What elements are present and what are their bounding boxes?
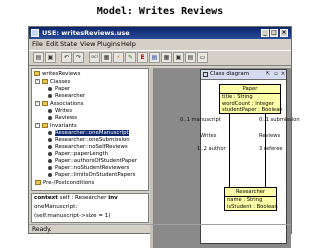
folder-icon — [35, 180, 41, 185]
collapse-icon[interactable]: - — [35, 123, 40, 128]
restore-icon[interactable]: ⇱ — [265, 71, 271, 77]
referee-role-label: 3 referee — [259, 146, 283, 152]
class-icon — [48, 93, 52, 98]
tree-class-paper[interactable]: Paper — [48, 86, 70, 93]
ocl-icon[interactable]: ocl — [89, 52, 100, 63]
state-icon[interactable]: E — [137, 52, 148, 63]
toolbar: ▤ ▣ ↶ ↷ ocl ▦ ⚡ ✎ E ▤ ▦ ▣ ▤ ▭ — [29, 50, 291, 66]
save-icon[interactable]: ▣ — [45, 52, 56, 63]
menu-edit[interactable]: Edit — [46, 39, 59, 50]
tree-class-researcher[interactable]: Researcher — [48, 93, 85, 100]
tree-invariant-item[interactable]: Researcher::oneManuscript — [48, 130, 129, 137]
communication-icon[interactable]: ▤ — [149, 52, 160, 63]
redo-icon[interactable]: ↷ — [73, 52, 84, 63]
invariant-icon — [48, 158, 52, 163]
class-diagram-icon[interactable]: ▦ — [101, 52, 112, 63]
association-icon — [48, 115, 52, 120]
manuscript-role-label: 0..1 manuscript — [180, 117, 221, 123]
tree-association-reviews[interactable]: Reviews — [48, 115, 77, 122]
folder-icon — [34, 71, 40, 76]
collapse-icon[interactable]: - — [35, 101, 40, 106]
class-researcher[interactable]: Researcher name : String isStudent : Boo… — [224, 187, 278, 211]
invariant-icon — [48, 172, 52, 177]
maximize-view-icon[interactable]: ▭ — [197, 52, 208, 63]
tree-invariant-item[interactable]: Researcher::noSelfReviews — [48, 144, 128, 151]
association-icon — [48, 108, 52, 113]
menu-help[interactable]: Help — [121, 39, 136, 50]
tree-root[interactable]: writesReviews — [34, 71, 80, 78]
maximize-button[interactable]: □ — [270, 29, 278, 37]
invariant-icon — [48, 130, 52, 135]
tree-invariant-item[interactable]: Paper::noStudentReviewers — [48, 165, 129, 172]
reviews-association-name: Reviews — [259, 133, 281, 139]
tree-invariant-item[interactable]: Researcher::oneSubmission — [48, 137, 130, 144]
folder-icon — [42, 123, 48, 128]
menu-state[interactable]: State — [60, 39, 77, 50]
writes-association-line[interactable] — [229, 114, 230, 187]
class-invariant-icon[interactable]: ▦ — [161, 52, 172, 63]
maximize-icon[interactable]: ▫ — [273, 71, 279, 77]
diagram-icon — [203, 72, 208, 77]
invariant-icon — [48, 151, 52, 156]
close-button[interactable]: × — [280, 29, 288, 37]
expression-line: (self.manuscript->size = 1) — [34, 213, 111, 219]
menu-file[interactable]: File — [32, 39, 43, 50]
invariant-icon — [48, 144, 52, 149]
menu-plugins[interactable]: Plugins — [97, 39, 120, 50]
class-extent-icon[interactable]: ▣ — [173, 52, 184, 63]
status-text: Ready. — [32, 226, 52, 233]
tree-prepost[interactable]: Pre-/Postconditions — [35, 180, 94, 187]
collapse-icon[interactable]: - — [35, 79, 40, 84]
object-diagram-icon[interactable]: ⚡ — [113, 52, 124, 63]
status-bar: Ready. — [29, 224, 291, 234]
open-icon[interactable]: ▤ — [33, 52, 44, 63]
undo-icon[interactable]: ↶ — [61, 52, 72, 63]
window-titlebar: USE: writesReviews.use _ □ × — [29, 27, 291, 39]
invariant-icon — [48, 137, 52, 142]
invariant-icon — [48, 165, 52, 170]
author-role-label: 1..2 author — [197, 146, 226, 152]
tree-invariant-item[interactable]: Paper::paperLength — [48, 151, 108, 158]
tree-invariants[interactable]: - Invariants — [35, 123, 77, 130]
tree-association-writes[interactable]: Writes — [48, 108, 72, 115]
class-paper[interactable]: Paper title : String wordCount : Integer… — [219, 84, 283, 114]
window-title: USE: writesReviews.use — [42, 29, 130, 37]
model-browser-tree: writesReviews - Classes Paper Researcher … — [31, 68, 149, 191]
invariant-context-panel: context self : Researcher inv oneManuscr… — [31, 193, 149, 223]
tree-classes[interactable]: - Classes — [35, 79, 70, 86]
submission-role-label: 0..1 submission — [259, 117, 300, 123]
tree-invariant-item[interactable]: Paper::limitsOnStudentPapers — [48, 172, 135, 179]
class-icon — [48, 86, 52, 91]
minimize-button[interactable]: _ — [261, 29, 269, 37]
object-properties-icon[interactable]: ▤ — [185, 52, 196, 63]
tree-invariant-item[interactable]: Paper::authorsOfStudentPaper — [48, 158, 137, 165]
desktop-area: Class diagram ⇱ ▫ × Paper title : String… — [153, 68, 300, 248]
context-line: context self : Researcher inv oneManuscr… — [34, 195, 118, 210]
menubar: File Edit State View Plugins Help — [29, 39, 291, 50]
folder-icon — [42, 79, 48, 84]
class-diagram-window[interactable]: Class diagram ⇱ ▫ × Paper title : String… — [180, 69, 300, 244]
menu-view[interactable]: View — [80, 39, 95, 50]
use-main-window: USE: writesReviews.use _ □ × File Edit S… — [28, 26, 300, 248]
app-icon — [31, 29, 39, 37]
slide-title: Model: Writes Reviews — [96, 6, 224, 17]
tree-associations[interactable]: - Associations — [35, 101, 84, 108]
class-diagram-titlebar: Class diagram ⇱ ▫ × — [201, 70, 286, 80]
sequence-diagram-icon[interactable]: ✎ — [125, 52, 136, 63]
close-icon[interactable]: × — [280, 71, 286, 77]
writes-association-name: Writes — [200, 133, 217, 139]
folder-icon — [42, 101, 48, 106]
